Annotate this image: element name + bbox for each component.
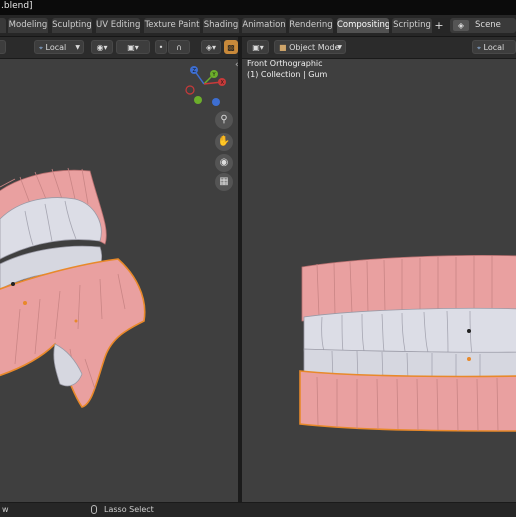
toggle-xray-button[interactable]: ▩ [224,40,238,54]
add-workspace-button[interactable]: + [433,18,445,33]
proportional-falloff-button[interactable]: ∩ [168,40,190,54]
tab-sculpting[interactable]: Sculpting [52,18,92,33]
transform-orientation-label: Local [483,43,505,52]
status-bar: w Lasso Select [0,502,516,517]
orientation-icon: ⌖ [477,44,481,52]
svg-text:X: X [221,80,225,86]
scene-selector[interactable]: ◈ Scene [450,18,516,33]
editor-type-button[interactable]: ▣▾ [247,40,269,54]
overlays-button[interactable]: ◈▾ [201,40,221,54]
hand-pan-icon[interactable]: ✋ [215,133,233,151]
editor-type-partial-button[interactable] [0,40,6,54]
tab-modeling[interactable]: Modeling [8,18,48,33]
right-3d-viewport[interactable]: Front Orthographic (1) Collection | Gum [242,59,516,502]
tab-uv-editing[interactable]: UV Editing [96,18,140,33]
tab-scripting[interactable]: Scripting [392,18,432,33]
pivot-point-button[interactable]: ◉▾ [91,40,113,54]
snap-icon: ▣▾ [127,43,139,52]
svg-text:Z: Z [193,68,197,74]
xray-icon: ▩ [227,43,235,52]
select-tool-label: Lasso Select [104,505,154,514]
camera-icon[interactable]: ◉ [215,154,233,172]
tab-animation[interactable]: Animation [242,18,286,33]
transform-orientation-label: Local [45,43,67,52]
proportional-edit-icon: • [158,43,164,52]
left-3d-viewport[interactable]: X Y Z ⚲ ✋ ◉ ▦ [0,59,238,502]
gum-mesh-perspective [0,167,146,408]
zoom-icon[interactable]: ⚲ [215,111,233,129]
left-viewport-header: ⌖ Local ▼ ◉▾ ▣▾ • ∩ ◈▾ ▩ [0,37,238,59]
overlay-icon: ◈▾ [205,43,217,52]
chevron-down-icon: ▼ [75,44,80,51]
snap-button[interactable]: ▣▾ [116,40,150,54]
region-toggle-icon[interactable]: ‹ [235,60,239,70]
mouse-left-icon [91,505,97,514]
window-titlebar: .blend] [0,0,516,15]
tab-shading[interactable]: Shading [203,18,239,33]
status-left-text: w [2,505,9,514]
tab-layout-partial[interactable] [0,18,6,33]
falloff-curve-icon: ∩ [176,43,182,52]
pivot-icon: ◉▾ [96,43,108,52]
grid-icon[interactable]: ▦ [215,173,233,191]
3d-viewport-icon: ▣▾ [252,43,264,52]
chevron-down-icon: ▼ [337,44,342,51]
mode-label: Object Mode [289,43,340,52]
scene-label: Scene [475,20,501,30]
tab-compositing[interactable]: Compositing [337,18,389,33]
navigation-gizmo[interactable]: X Y Z [182,62,226,112]
tab-texture-paint[interactable]: Texture Paint [144,18,200,33]
right-viewport-header: ▣▾ ■ Object Mode ▼ ⌖ Local [242,37,516,59]
mode-dropdown[interactable]: ■ Object Mode ▼ [274,40,346,54]
window-title: .blend] [1,1,33,11]
scene-icon: ◈ [453,20,469,31]
workspace-tabs-bar: Modeling Sculpting UV Editing Texture Pa… [0,15,516,37]
gum-mesh-front [299,255,516,432]
transform-orientation-dropdown-right[interactable]: ⌖ Local [472,40,516,54]
tab-rendering[interactable]: Rendering [289,18,333,33]
orientation-icon: ⌖ [39,44,43,52]
object-mode-icon: ■ [279,43,287,52]
transform-orientation-dropdown[interactable]: ⌖ Local ▼ [34,40,84,54]
proportional-edit-toggle[interactable]: • [155,40,167,54]
